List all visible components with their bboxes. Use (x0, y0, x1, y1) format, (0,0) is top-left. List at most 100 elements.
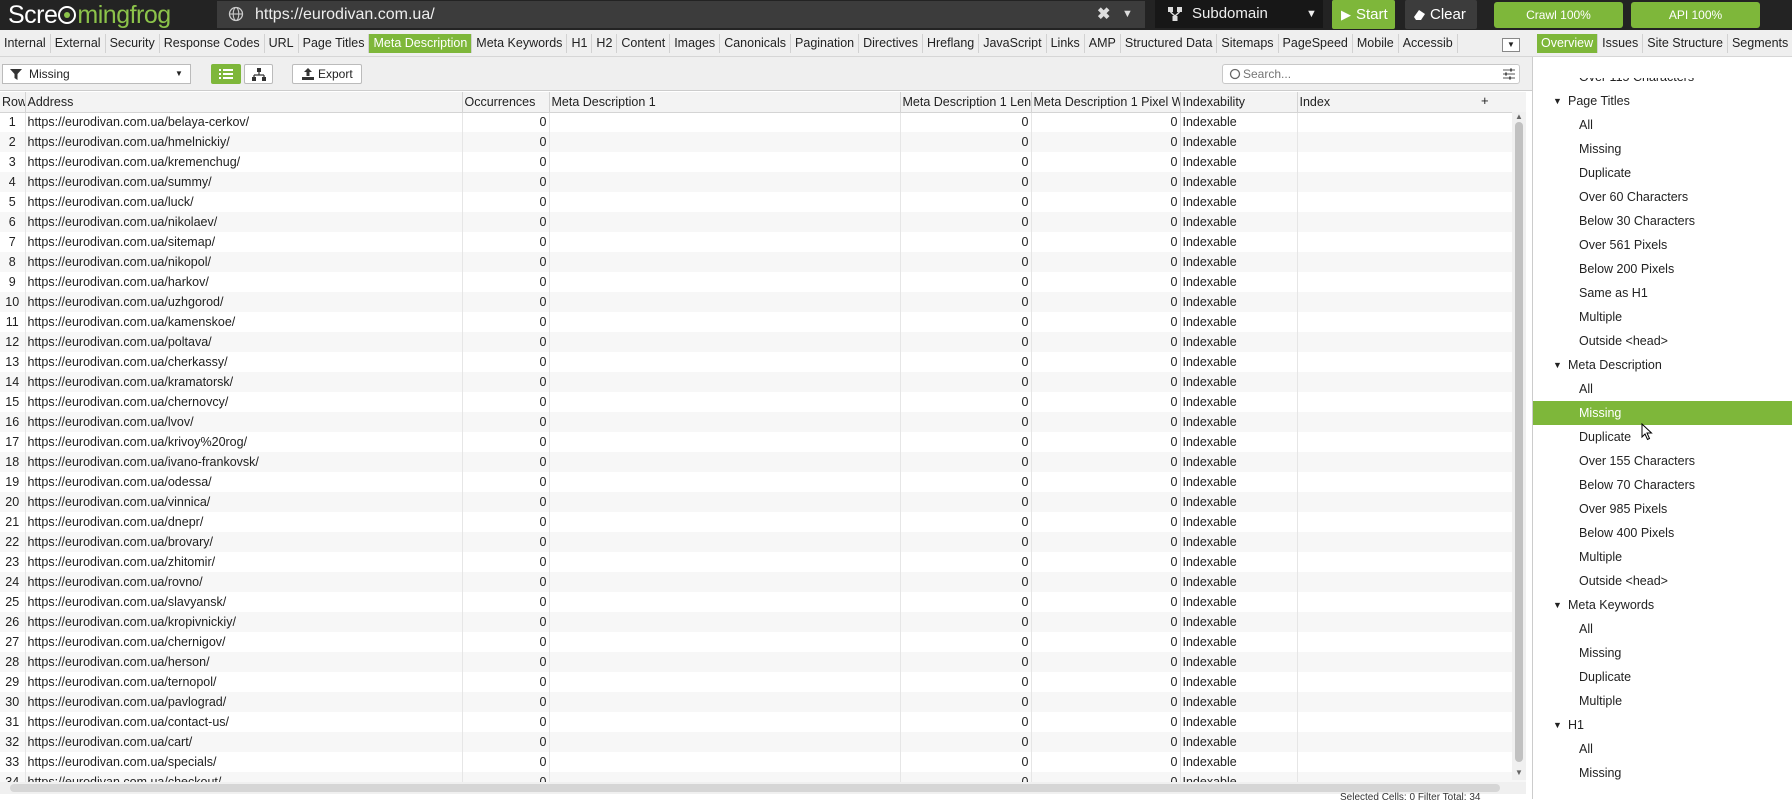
overview-item-all[interactable]: All (1533, 737, 1792, 761)
column-header-row[interactable]: Row (0, 92, 26, 113)
tab-segments[interactable]: Segments (1728, 34, 1792, 53)
overview-item-over-60-characters[interactable]: Over 60 Characters (1533, 185, 1792, 209)
clear-url-icon[interactable]: ✖ (1097, 1, 1110, 28)
table-row[interactable]: 14 https://eurodivan.com.ua/kramatorsk/0 0… (0, 372, 1526, 392)
collapse-triangle-icon[interactable]: ▼ (1553, 353, 1562, 377)
tab-accessib[interactable]: Accessib (1399, 34, 1458, 53)
filter-select[interactable]: Missing ▼ (2, 64, 191, 84)
table-row[interactable]: 17 https://eurodivan.com.ua/krivoy%20rog/… (0, 432, 1526, 452)
overview-item-missing[interactable]: Missing (1533, 641, 1792, 665)
tab-directives[interactable]: Directives (859, 34, 923, 53)
start-button[interactable]: ▶ Start (1332, 0, 1395, 29)
crawl-progress-button[interactable]: Crawl 100% (1494, 2, 1623, 28)
overview-item-multiple[interactable]: Multiple (1533, 545, 1792, 569)
tab-amp[interactable]: AMP (1085, 34, 1121, 53)
tab-pagination[interactable]: Pagination (791, 34, 860, 53)
overview-item-over-985-pixels[interactable]: Over 985 Pixels (1533, 497, 1792, 521)
search-box[interactable] (1222, 64, 1520, 84)
tab-issues[interactable]: Issues (1598, 34, 1644, 53)
tab-meta-description[interactable]: Meta Description (369, 34, 473, 53)
overview-item-over-561-pixels[interactable]: Over 561 Pixels (1533, 233, 1792, 257)
tab-internal[interactable]: Internal (0, 34, 51, 53)
overview-item-duplicate[interactable]: Duplicate (1533, 425, 1792, 449)
table-row[interactable]: 16 https://eurodivan.com.ua/lvov/0 0 0 Index… (0, 412, 1526, 432)
column-header-meta-description-1-length[interactable]: Meta Description 1 Length (900, 92, 1032, 113)
overview-category-page-titles[interactable]: ▼ Page Titles (1533, 89, 1792, 113)
url-bar[interactable]: https://eurodivan.com.ua/ ✖ ▼ (217, 1, 1145, 28)
table-row[interactable]: 27 https://eurodivan.com.ua/chernigov/0 0 0… (0, 632, 1526, 652)
table-row[interactable]: 1 https://eurodivan.com.ua/belaya-cerkov/… (0, 112, 1526, 132)
table-row[interactable]: 31 https://eurodivan.com.ua/contact-us/0 0… (0, 712, 1526, 732)
overview-item-same-as-h1[interactable]: Same as H1 (1533, 281, 1792, 305)
table-row[interactable]: 4 https://eurodivan.com.ua/summy/0 0 0 Index… (0, 172, 1526, 192)
overview-item-outside-head[interactable]: Outside <head> (1533, 569, 1792, 593)
scroll-up-icon[interactable]: ▲ (1515, 112, 1523, 121)
export-button[interactable]: Export (292, 64, 362, 84)
overview-item-below-200-pixels[interactable]: Below 200 Pixels (1533, 257, 1792, 281)
tab-structured-data[interactable]: Structured Data (1121, 34, 1218, 53)
tab-overview[interactable]: Overview (1537, 34, 1599, 53)
overview-item-all[interactable]: All (1533, 377, 1792, 401)
overview-item-over-155-characters[interactable]: Over 155 Characters (1533, 449, 1792, 473)
overview-item-all[interactable]: All (1533, 113, 1792, 137)
tab-mobile[interactable]: Mobile (1353, 34, 1399, 53)
overview-item-below-400-pixels[interactable]: Below 400 Pixels (1533, 521, 1792, 545)
table-row[interactable]: 10 https://eurodivan.com.ua/uzhgorod/0 0 0 I… (0, 292, 1526, 312)
table-row[interactable]: 26 https://eurodivan.com.ua/kropivnickiy/… (0, 612, 1526, 632)
clear-button[interactable]: Clear (1405, 0, 1477, 29)
table-row[interactable]: 12 https://eurodivan.com.ua/poltava/0 0 0 In… (0, 332, 1526, 352)
overview-item-all[interactable]: All (1533, 617, 1792, 641)
tree-view-button[interactable] (244, 64, 273, 84)
column-header-address[interactable]: Address (25, 92, 463, 113)
tab-canonicals[interactable]: Canonicals (720, 34, 792, 53)
table-row[interactable]: 8 https://eurodivan.com.ua/nikopol/0 0 0 Ind… (0, 252, 1526, 272)
table-row[interactable]: 22 https://eurodivan.com.ua/brovary/0 0 0 In… (0, 532, 1526, 552)
overview-item-duplicate[interactable]: Duplicate (1533, 161, 1792, 185)
column-header-index[interactable]: Index (1297, 92, 1526, 113)
tab-h1[interactable]: H1 (567, 34, 593, 53)
url-input[interactable]: https://eurodivan.com.ua/ (255, 1, 435, 28)
overview-item-below-30-characters[interactable]: Below 30 Characters (1533, 209, 1792, 233)
table-row[interactable]: 13 https://eurodivan.com.ua/cherkassy/0 0 0… (0, 352, 1526, 372)
table-row[interactable]: 3 https://eurodivan.com.ua/kremenchug/0 0 0… (0, 152, 1526, 172)
list-view-button[interactable] (211, 64, 241, 84)
api-progress-button[interactable]: API 100% (1631, 2, 1760, 28)
overview-item-missing[interactable]: Missing (1533, 137, 1792, 161)
column-header-meta-description-1-pixel-width[interactable]: Meta Description 1 Pixel Width (1031, 92, 1181, 113)
column-header-occurrences[interactable]: Occurrences (462, 92, 550, 113)
table-row[interactable]: 6 https://eurodivan.com.ua/nikolaev/0 0 0 In… (0, 212, 1526, 232)
table-row[interactable]: 11 https://eurodivan.com.ua/kamenskoe/0 0 0… (0, 312, 1526, 332)
scroll-down-icon[interactable]: ▼ (1515, 768, 1523, 777)
overview-item-duplicate[interactable]: Duplicate (1533, 665, 1792, 689)
overview-item-over-115-characters[interactable]: Over 115 Characters (1533, 78, 1792, 89)
table-row[interactable]: 5 https://eurodivan.com.ua/luck/0 0 0 Indexa… (0, 192, 1526, 212)
tab-external[interactable]: External (51, 34, 106, 53)
tab-site-structure[interactable]: Site Structure (1643, 34, 1728, 53)
hscroll-thumb[interactable] (10, 784, 1500, 792)
tab-url[interactable]: URL (265, 34, 299, 53)
table-row[interactable]: 33 https://eurodivan.com.ua/specials/0 0 0 I… (0, 752, 1526, 772)
overview-item-multiple[interactable]: Multiple (1533, 305, 1792, 329)
column-header-meta-description-1[interactable]: Meta Description 1 (549, 92, 901, 113)
table-row[interactable]: 24 https://eurodivan.com.ua/rovno/0 0 0 Inde… (0, 572, 1526, 592)
tab-security[interactable]: Security (106, 34, 160, 53)
tab-meta-keywords[interactable]: Meta Keywords (472, 34, 568, 53)
tab-response-codes[interactable]: Response Codes (160, 34, 265, 53)
overview-item-outside-head[interactable]: Outside <head> (1533, 329, 1792, 353)
search-options-icon[interactable] (1503, 68, 1515, 80)
table-row[interactable]: 23 https://eurodivan.com.ua/zhitomir/0 0 0 I… (0, 552, 1526, 572)
collapse-triangle-icon[interactable]: ▼ (1553, 593, 1562, 617)
table-row[interactable]: 15 https://eurodivan.com.ua/chernovcy/0 0 0… (0, 392, 1526, 412)
crawl-mode-select[interactable]: Subdomain ▼ (1155, 0, 1323, 28)
tab-sitemaps[interactable]: Sitemaps (1217, 34, 1279, 53)
table-row[interactable]: 18 https://eurodivan.com.ua/ivano-frankov… (0, 452, 1526, 472)
table-row[interactable]: 2 https://eurodivan.com.ua/hmelnickiy/0 0 0… (0, 132, 1526, 152)
table-row[interactable]: 28 https://eurodivan.com.ua/herson/0 0 0 Ind… (0, 652, 1526, 672)
search-input[interactable] (1243, 66, 1493, 82)
tab-images[interactable]: Images (670, 34, 721, 53)
table-row[interactable]: 20 https://eurodivan.com.ua/vinnica/0 0 0 In… (0, 492, 1526, 512)
tab-hreflang[interactable]: Hreflang (923, 34, 980, 53)
table-row[interactable]: 29 https://eurodivan.com.ua/ternopol/0 0 0 I… (0, 672, 1526, 692)
table-row[interactable]: 9 https://eurodivan.com.ua/harkov/0 0 0 Inde… (0, 272, 1526, 292)
overview-item-multiple[interactable]: Multiple (1533, 689, 1792, 713)
